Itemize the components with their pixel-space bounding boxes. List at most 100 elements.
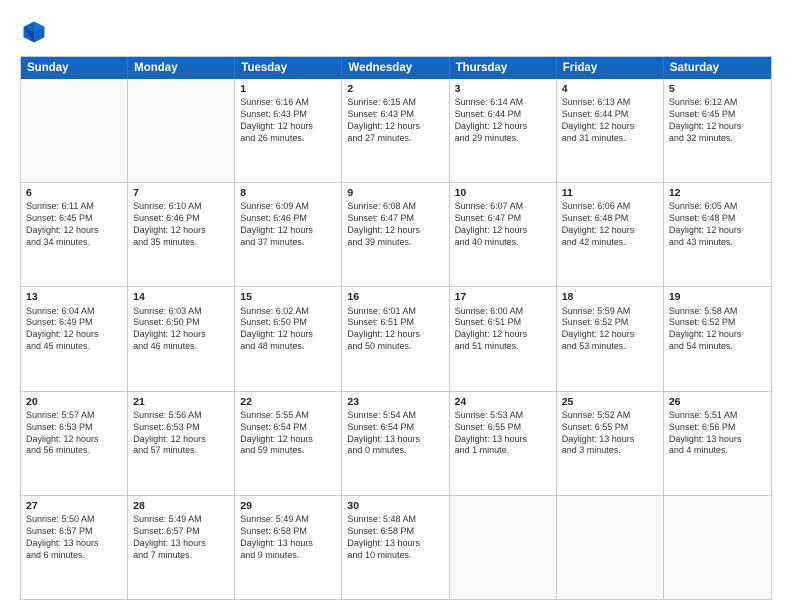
calendar-body: 1Sunrise: 6:16 AMSunset: 6:43 PMDaylight… [21,79,771,599]
calendar-row: 27Sunrise: 5:50 AMSunset: 6:57 PMDayligh… [21,495,771,599]
cell-line: Sunrise: 6:04 AM [26,306,122,318]
calendar-cell: 7Sunrise: 6:10 AMSunset: 6:46 PMDaylight… [128,183,235,286]
day-number: 12 [669,186,766,200]
calendar-row: 13Sunrise: 6:04 AMSunset: 6:49 PMDayligh… [21,286,771,390]
cell-line: Daylight: 12 hours [455,121,551,133]
cell-line: Daylight: 13 hours [133,538,229,550]
calendar-cell: 12Sunrise: 6:05 AMSunset: 6:48 PMDayligh… [664,183,771,286]
cell-line: and 34 minutes. [26,237,122,249]
calendar-cell [128,79,235,182]
logo [20,18,52,46]
cell-line: and 45 minutes. [26,341,122,353]
calendar-cell [21,79,128,182]
cell-line: Sunrise: 6:07 AM [455,201,551,213]
day-number: 1 [240,82,336,96]
cell-line: and 26 minutes. [240,133,336,145]
calendar-cell: 25Sunrise: 5:52 AMSunset: 6:55 PMDayligh… [557,392,664,495]
cell-line: and 57 minutes. [133,445,229,457]
cell-line: and 51 minutes. [455,341,551,353]
day-number: 11 [562,186,658,200]
cell-line: Daylight: 12 hours [455,225,551,237]
day-number: 16 [347,290,443,304]
cell-line: Sunrise: 5:57 AM [26,410,122,422]
day-number: 20 [26,395,122,409]
cell-line: Sunset: 6:45 PM [669,109,766,121]
cell-line: Sunset: 6:47 PM [455,213,551,225]
calendar-cell [557,496,664,599]
day-number: 19 [669,290,766,304]
cell-line: Daylight: 13 hours [347,434,443,446]
cell-line: and 54 minutes. [669,341,766,353]
calendar-cell: 3Sunrise: 6:14 AMSunset: 6:44 PMDaylight… [450,79,557,182]
calendar-cell [450,496,557,599]
cell-line: and 35 minutes. [133,237,229,249]
cell-line: Sunrise: 6:01 AM [347,306,443,318]
cell-line: Sunrise: 5:50 AM [26,514,122,526]
cell-line: and 31 minutes. [562,133,658,145]
cell-line: Sunset: 6:44 PM [562,109,658,121]
day-number: 3 [455,82,551,96]
day-number: 21 [133,395,229,409]
cell-line: Sunset: 6:50 PM [240,317,336,329]
day-number: 22 [240,395,336,409]
calendar: SundayMondayTuesdayWednesdayThursdayFrid… [20,56,772,600]
cell-line: Sunrise: 5:54 AM [347,410,443,422]
day-number: 4 [562,82,658,96]
cell-line: and 50 minutes. [347,341,443,353]
cell-line: Sunset: 6:55 PM [455,422,551,434]
cell-line: Daylight: 12 hours [26,434,122,446]
cell-line: and 29 minutes. [455,133,551,145]
cell-line: Sunset: 6:43 PM [347,109,443,121]
day-number: 14 [133,290,229,304]
cell-line: and 37 minutes. [240,237,336,249]
calendar-cell [664,496,771,599]
cell-line: Daylight: 13 hours [347,538,443,550]
cell-line: Sunrise: 5:51 AM [669,410,766,422]
calendar-cell: 2Sunrise: 6:15 AMSunset: 6:43 PMDaylight… [342,79,449,182]
weekday-header: Tuesday [235,57,342,79]
cell-line: Sunrise: 6:10 AM [133,201,229,213]
calendar-row: 20Sunrise: 5:57 AMSunset: 6:53 PMDayligh… [21,391,771,495]
cell-line: Daylight: 12 hours [133,225,229,237]
calendar-cell: 20Sunrise: 5:57 AMSunset: 6:53 PMDayligh… [21,392,128,495]
cell-line: Sunrise: 5:58 AM [669,306,766,318]
cell-line: and 4 minutes. [669,445,766,457]
cell-line: Daylight: 12 hours [669,225,766,237]
day-number: 28 [133,499,229,513]
cell-line: Sunrise: 6:15 AM [347,97,443,109]
cell-line: Daylight: 12 hours [562,329,658,341]
cell-line: and 1 minute. [455,445,551,457]
cell-line: Daylight: 13 hours [669,434,766,446]
cell-line: and 56 minutes. [26,445,122,457]
calendar-cell: 22Sunrise: 5:55 AMSunset: 6:54 PMDayligh… [235,392,342,495]
cell-line: and 6 minutes. [26,550,122,562]
cell-line: Sunset: 6:57 PM [26,526,122,538]
cell-line: Sunrise: 6:09 AM [240,201,336,213]
cell-line: Sunset: 6:57 PM [133,526,229,538]
cell-line: Daylight: 12 hours [26,225,122,237]
calendar-cell: 30Sunrise: 5:48 AMSunset: 6:58 PMDayligh… [342,496,449,599]
cell-line: Sunset: 6:53 PM [26,422,122,434]
day-number: 24 [455,395,551,409]
cell-line: Sunrise: 6:05 AM [669,201,766,213]
calendar-cell: 19Sunrise: 5:58 AMSunset: 6:52 PMDayligh… [664,287,771,390]
cell-line: Sunrise: 5:53 AM [455,410,551,422]
calendar-cell: 16Sunrise: 6:01 AMSunset: 6:51 PMDayligh… [342,287,449,390]
cell-line: Sunrise: 5:59 AM [562,306,658,318]
cell-line: Sunset: 6:55 PM [562,422,658,434]
cell-line: Daylight: 12 hours [347,121,443,133]
cell-line: and 48 minutes. [240,341,336,353]
cell-line: Sunrise: 6:12 AM [669,97,766,109]
cell-line: Sunset: 6:52 PM [562,317,658,329]
cell-line: Sunrise: 5:48 AM [347,514,443,526]
cell-line: Daylight: 12 hours [562,225,658,237]
calendar-cell: 4Sunrise: 6:13 AMSunset: 6:44 PMDaylight… [557,79,664,182]
cell-line: Sunset: 6:47 PM [347,213,443,225]
header [20,18,772,46]
cell-line: and 32 minutes. [669,133,766,145]
calendar-cell: 8Sunrise: 6:09 AMSunset: 6:46 PMDaylight… [235,183,342,286]
day-number: 5 [669,82,766,96]
cell-line: and 59 minutes. [240,445,336,457]
day-number: 15 [240,290,336,304]
cell-line: Daylight: 13 hours [562,434,658,446]
